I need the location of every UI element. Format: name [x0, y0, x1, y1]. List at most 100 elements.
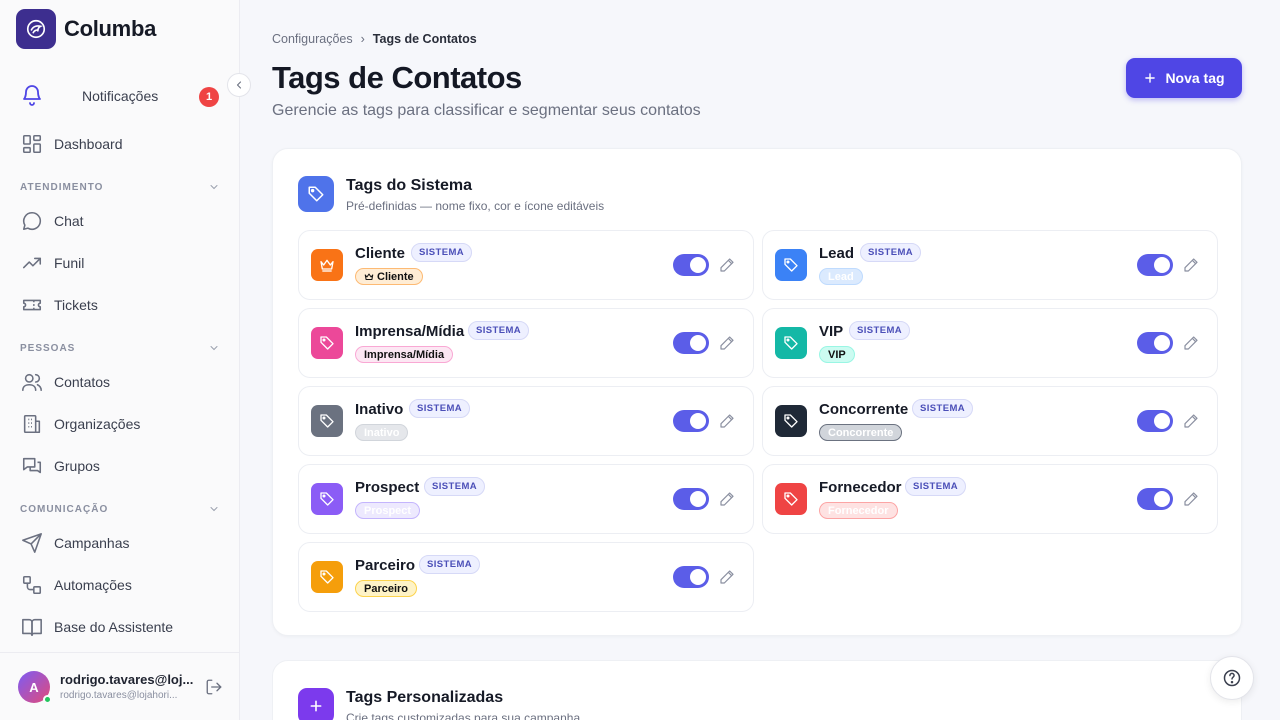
bell-icon — [20, 83, 44, 112]
system-badge: SISTEMA — [912, 399, 974, 418]
sidebar-item-label: Base do Assistente — [54, 619, 174, 635]
tag-name: Inativo — [355, 401, 404, 418]
sidebar-item-funil[interactable]: Funil — [20, 249, 220, 277]
plus-icon — [298, 688, 334, 720]
trending-up-icon — [20, 251, 44, 275]
breadcrumb-separator: › — [360, 32, 365, 46]
sidebar-item-grupos[interactable]: Grupos — [20, 452, 220, 480]
tag-preview-pill: Parceiro — [355, 580, 418, 597]
pill-label: Fornecedor — [828, 504, 889, 517]
pencil-icon[interactable] — [1183, 491, 1199, 507]
tag-active-toggle[interactable] — [1137, 488, 1173, 510]
building-icon — [20, 412, 44, 436]
new-tag-button[interactable]: Nova tag — [1126, 58, 1242, 98]
help-button[interactable] — [1210, 656, 1254, 700]
tag-item-concorrente: Concorrente SISTEMA Concorrente — [762, 386, 1218, 456]
workflow-icon — [20, 573, 44, 597]
page-subtitle: Gerencie as tags para classificar e segm… — [272, 102, 701, 119]
sidebar-item-campanhas[interactable]: Campanhas — [20, 529, 220, 557]
sidebar-item-dashboard[interactable]: Dashboard — [20, 130, 220, 158]
tag-item-lead: Lead SISTEMA Lead — [762, 230, 1218, 300]
new-tag-label: Nova tag — [1165, 70, 1225, 86]
pencil-icon[interactable] — [1183, 335, 1199, 351]
pencil-icon[interactable] — [719, 569, 735, 585]
sidebar-item-tickets[interactable]: Tickets — [20, 291, 220, 319]
pill-label: Prospect — [364, 504, 412, 517]
tag-icon — [775, 327, 807, 359]
tag-preview-pill: Imprensa/Mídia — [355, 346, 454, 363]
book-icon — [20, 615, 44, 639]
system-tags-title: Tags do Sistema — [346, 177, 472, 194]
sidebar-item-label: Chat — [54, 213, 84, 229]
tag-preview-pill: Fornecedor — [819, 502, 898, 519]
crown-icon — [364, 273, 374, 280]
pencil-icon[interactable] — [719, 257, 735, 273]
system-tags-card: Tags do Sistema Pré-definidas — nome fix… — [272, 148, 1242, 636]
sidebar-item-label: Automações — [54, 577, 132, 593]
tag-active-toggle[interactable] — [673, 566, 709, 588]
sidebar-item-label: Funil — [54, 255, 85, 271]
system-badge: SISTEMA — [905, 477, 967, 496]
section-atendimento[interactable]: ATENDIMENTO — [20, 179, 220, 195]
tag-active-toggle[interactable] — [673, 410, 709, 432]
ticket-icon — [20, 293, 44, 317]
system-badge: SISTEMA — [860, 243, 922, 262]
tag-preview-pill: Concorrente — [819, 424, 903, 441]
sidebar-item-contatos[interactable]: Contatos — [20, 368, 220, 396]
tag-preview-pill: Inativo — [355, 424, 409, 441]
pill-label: Inativo — [364, 426, 400, 439]
breadcrumb-parent-link[interactable]: Configurações — [272, 32, 353, 46]
tag-name: Concorrente — [819, 401, 909, 418]
sidebar-item-label: Grupos — [54, 458, 100, 474]
tag-icon — [311, 327, 343, 359]
sidebar-item-chat[interactable]: Chat — [20, 207, 220, 235]
section-pessoas[interactable]: PESSOAS — [20, 340, 220, 356]
brand[interactable]: Columba — [16, 9, 156, 49]
tag-name: Parceiro — [355, 557, 416, 574]
tag-icon — [311, 561, 343, 593]
system-badge: SISTEMA — [419, 555, 481, 574]
tag-active-toggle[interactable] — [1137, 410, 1173, 432]
pencil-icon[interactable] — [1183, 413, 1199, 429]
tag-item-vip: VIP SISTEMA VIP — [762, 308, 1218, 378]
tag-active-toggle[interactable] — [673, 488, 709, 510]
chevron-down-icon — [210, 185, 218, 190]
system-tags-subtitle: Pré-definidas — nome fixo, cor e ícone e… — [346, 199, 605, 213]
system-badge: SISTEMA — [409, 399, 471, 418]
tag-active-toggle[interactable] — [673, 332, 709, 354]
tag-preview-pill: Lead — [819, 268, 863, 285]
tag-name: Fornecedor — [819, 479, 902, 496]
collapse-sidebar-button[interactable] — [227, 73, 251, 97]
section-comunicacao[interactable]: COMUNICAÇÃO — [20, 501, 220, 517]
tag-item-cliente: Cliente SISTEMA Cliente — [298, 230, 754, 300]
sidebar-item-label: Dashboard — [54, 136, 123, 152]
logout-icon[interactable] — [205, 678, 223, 701]
tag-item-inativo: Inativo SISTEMA Inativo — [298, 386, 754, 456]
user-profile[interactable]: A rodrigo.tavares@loj... rodrigo.tavares… — [0, 652, 240, 720]
pill-label: Cliente — [377, 270, 414, 283]
pencil-icon[interactable] — [719, 491, 735, 507]
tag-name: Lead — [819, 245, 855, 262]
sidebar: Columba Notificações 1 Dashboard ATENDIM… — [0, 0, 251, 720]
dashboard-icon — [20, 132, 44, 156]
notification-count-badge: 1 — [199, 87, 219, 107]
pill-label: Imprensa/Mídia — [364, 348, 445, 361]
sidebar-item-notifications[interactable]: Notificações 1 — [20, 82, 220, 110]
sidebar-item-automacoes[interactable]: Automações — [20, 571, 220, 599]
sidebar-item-base-assistente[interactable]: Base do Assistente — [20, 613, 220, 641]
tag-icon — [311, 405, 343, 437]
tag-active-toggle[interactable] — [1137, 254, 1173, 276]
sidebar-item-organizacoes[interactable]: Organizações — [20, 410, 220, 438]
pencil-icon[interactable] — [719, 413, 735, 429]
help-circle-icon — [1223, 669, 1241, 687]
tag-preview-pill: Prospect — [355, 502, 421, 519]
tag-active-toggle[interactable] — [673, 254, 709, 276]
chat-icon — [20, 209, 44, 233]
tag-preview-pill: VIP — [819, 346, 855, 363]
pill-label: Parceiro — [364, 582, 409, 595]
pencil-icon[interactable] — [1183, 257, 1199, 273]
columba-logo-icon — [16, 9, 56, 49]
pencil-icon[interactable] — [719, 335, 735, 351]
breadcrumb-current: Tags de Contatos — [372, 32, 477, 46]
tag-active-toggle[interactable] — [1137, 332, 1173, 354]
